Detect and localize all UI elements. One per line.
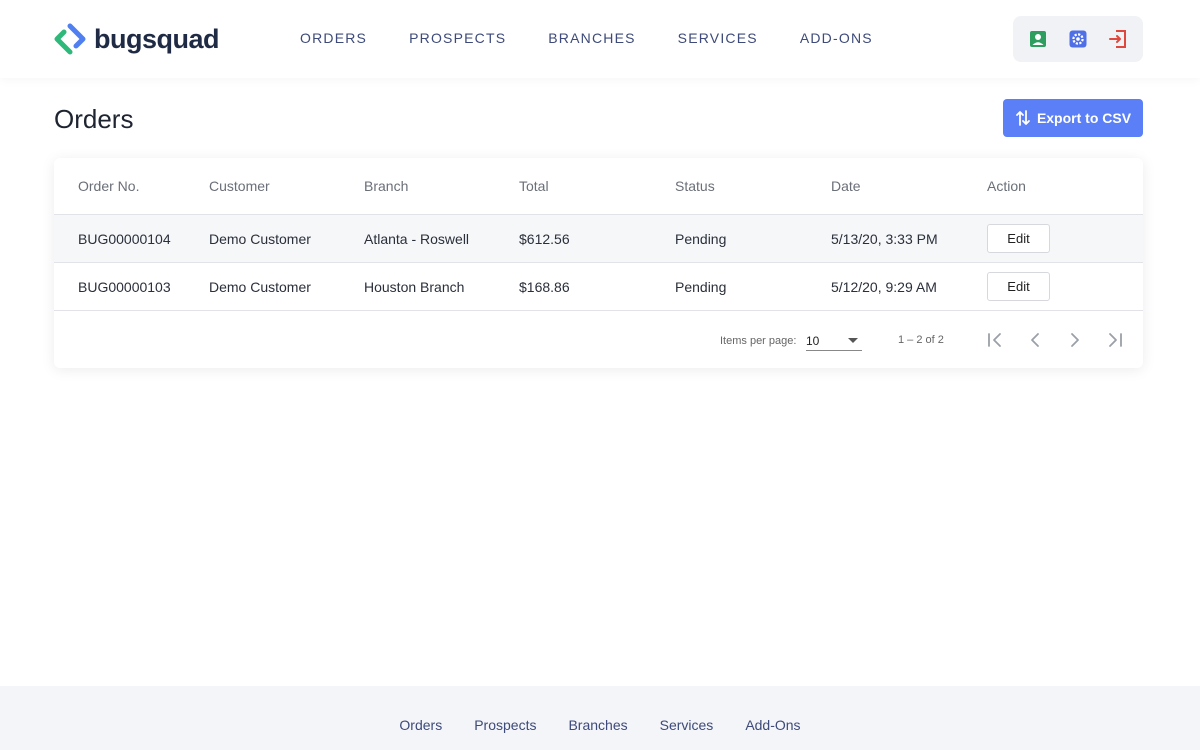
user-profile-icon[interactable] (1028, 29, 1048, 49)
paginator: Items per page: 10 1 – 2 of 2 (54, 312, 1143, 368)
order-total: $168.86 (519, 278, 570, 295)
logout-icon[interactable] (1108, 29, 1128, 49)
page-title: Orders (54, 104, 134, 134)
column-header-total[interactable]: Total (519, 178, 549, 194)
footer-nav: Orders Prospects Branches Services Add-O… (0, 717, 1200, 733)
order-status: Pending (675, 230, 727, 247)
order-date: 5/13/20, 3:33 PM (831, 230, 938, 247)
edit-button[interactable]: Edit (987, 224, 1050, 253)
brand-logo[interactable]: bugsquad (54, 22, 220, 56)
footer-link-add-ons[interactable]: Add-Ons (745, 717, 800, 733)
page-footer: Orders Prospects Branches Services Add-O… (0, 686, 1200, 750)
customer-name: Demo Customer (209, 278, 311, 295)
nav-add-ons[interactable]: ADD-ONS (800, 30, 873, 46)
last-page-icon[interactable] (1103, 328, 1127, 352)
table-row[interactable]: BUG00000104 Demo Customer Atlanta - Rosw… (54, 215, 1143, 263)
order-number: BUG00000104 (78, 230, 171, 247)
previous-page-icon[interactable] (1023, 328, 1047, 352)
order-total: $612.56 (519, 230, 570, 247)
branch-name: Atlanta - Roswell (364, 230, 470, 247)
column-header-status[interactable]: Status (675, 178, 715, 194)
footer-link-branches[interactable]: Branches (568, 717, 627, 733)
main-nav: ORDERS PROSPECTS BRANCHES SERVICES ADD-O… (300, 30, 873, 46)
first-page-icon[interactable] (983, 328, 1007, 352)
top-header: bugsquad ORDERS PROSPECTS BRANCHES SERVI… (0, 0, 1200, 78)
order-date: 5/12/20, 9:29 AM (831, 278, 937, 295)
dropdown-caret-icon (848, 338, 858, 343)
next-page-icon[interactable] (1063, 328, 1087, 352)
order-number: BUG00000103 (78, 278, 171, 295)
column-header-branch[interactable]: Branch (364, 178, 408, 194)
action-cell: Edit (987, 224, 1050, 253)
table-header: Order No. Customer Branch Total Status D… (54, 158, 1143, 215)
branch-name: Houston Branch (364, 278, 465, 295)
edit-button[interactable]: Edit (987, 272, 1050, 301)
column-header-date[interactable]: Date (831, 178, 861, 194)
nav-branches[interactable]: BRANCHES (548, 30, 635, 46)
export-csv-button[interactable]: Export to CSV (1003, 99, 1143, 137)
column-header-action: Action (987, 178, 1026, 194)
footer-link-orders[interactable]: Orders (399, 717, 442, 733)
items-per-page-select[interactable]: 10 (806, 329, 862, 351)
table-row[interactable]: BUG00000103 Demo Customer Houston Branch… (54, 263, 1143, 311)
settings-gear-icon[interactable] (1068, 29, 1088, 49)
page-range-label: 1 – 2 of 2 (898, 334, 944, 346)
nav-orders[interactable]: ORDERS (300, 30, 367, 46)
export-csv-label: Export to CSV (1036, 110, 1132, 126)
items-per-page-label: Items per page: (720, 335, 797, 347)
header-actions (1013, 16, 1143, 62)
column-header-order-no[interactable]: Order No. (78, 178, 139, 194)
order-status: Pending (675, 278, 727, 295)
footer-link-prospects[interactable]: Prospects (474, 717, 536, 733)
footer-link-services[interactable]: Services (660, 717, 714, 733)
bugsquad-logo-icon (54, 23, 86, 55)
column-header-customer[interactable]: Customer (209, 178, 270, 194)
orders-table: Order No. Customer Branch Total Status D… (54, 158, 1143, 368)
sort-arrows-icon (1016, 110, 1030, 126)
brand-name: bugsquad (94, 23, 220, 54)
nav-prospects[interactable]: PROSPECTS (409, 30, 506, 46)
customer-name: Demo Customer (209, 230, 311, 247)
action-cell: Edit (987, 272, 1050, 301)
items-per-page-value: 10 (806, 334, 820, 348)
nav-services[interactable]: SERVICES (678, 30, 758, 46)
